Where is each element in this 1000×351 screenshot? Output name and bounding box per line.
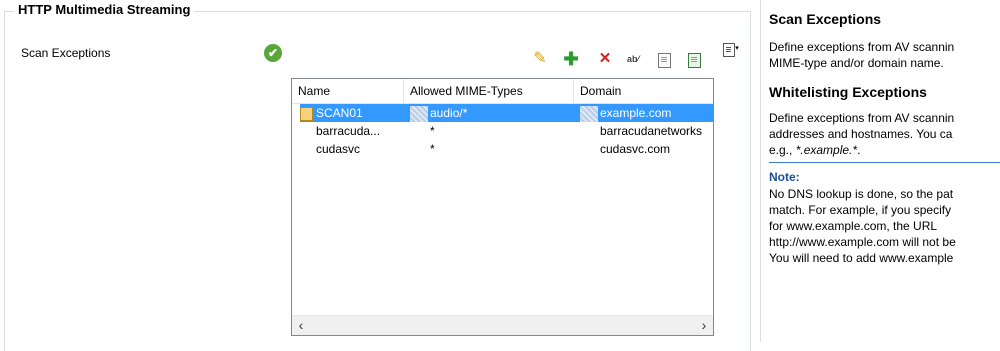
- x-icon: ✕: [598, 50, 612, 67]
- row-domain: cudasvc.com: [600, 142, 671, 156]
- help-pane: Scan Exceptions Define exceptions from A…: [760, 0, 1000, 342]
- row-domain-cell: example.com: [574, 104, 713, 122]
- row-mime: *: [430, 124, 435, 138]
- note-text: No DNS lookup is done, so the pat match.…: [769, 186, 956, 266]
- note-title: Note:: [769, 170, 800, 184]
- example-suffix: .: [857, 143, 861, 157]
- help-whitelisting-text: Define exceptions from AV scannin addres…: [769, 110, 954, 158]
- chevron-down-icon: ▾: [735, 45, 739, 52]
- help-text-line: Define exceptions from AV scannin: [769, 40, 955, 54]
- scroll-right-arrow-icon[interactable]: ›: [695, 316, 713, 335]
- edit-button[interactable]: ✎: [531, 50, 549, 68]
- plus-icon: ✚: [563, 49, 579, 69]
- example-prefix: e.g.,: [769, 143, 796, 157]
- copy-icon: [657, 52, 671, 68]
- row-domain: barracudanetworks: [600, 124, 703, 138]
- help-text-line: addresses and hostnames. You ca: [769, 127, 953, 141]
- row-name: SCAN01: [316, 106, 363, 120]
- list-header: Name Allowed MIME-Types Domain: [292, 79, 713, 104]
- column-header-domain[interactable]: Domain: [574, 79, 713, 103]
- help-text-line: Define exceptions from AV scannin: [769, 111, 955, 125]
- row-domain: example.com: [600, 106, 672, 120]
- scan-exceptions-label: Scan Exceptions: [21, 46, 111, 60]
- paste-button[interactable]: [685, 50, 703, 68]
- note-line: No DNS lookup is done, so the pat: [769, 187, 954, 201]
- scan-exceptions-list[interactable]: Name Allowed MIME-Types Domain SCAN01 au…: [291, 78, 714, 336]
- group-title: HTTP Multimedia Streaming: [14, 2, 195, 17]
- document-menu-icon: [723, 43, 736, 58]
- row-name: cudasvc: [316, 142, 361, 156]
- pencil-icon: ✎: [533, 50, 547, 67]
- row-mime: audio/*: [430, 106, 468, 120]
- row-mime: *: [430, 142, 435, 156]
- horizontal-scrollbar[interactable]: ‹ ›: [292, 315, 713, 335]
- check-circle-icon: ✔: [264, 44, 282, 62]
- column-header-mime-types[interactable]: Allowed MIME-Types: [404, 79, 574, 103]
- scroll-left-arrow-icon[interactable]: ‹: [292, 316, 310, 335]
- copy-button[interactable]: [655, 50, 673, 68]
- row-name-cell: SCAN01: [300, 104, 404, 122]
- row-mime-cell: audio/*: [404, 104, 574, 122]
- note-line: match. For example, if you specify: [769, 203, 952, 217]
- column-header-name[interactable]: Name: [292, 79, 404, 103]
- table-row[interactable]: SCAN01 audio/* example.com: [292, 104, 713, 122]
- hatch-marker: [580, 105, 598, 122]
- document-icon: [300, 106, 313, 121]
- hatch-marker: [410, 105, 428, 122]
- row-name: barracuda...: [316, 124, 381, 138]
- table-row[interactable]: barracuda... * barracudanetworks: [292, 122, 713, 140]
- paste-icon: [687, 52, 701, 68]
- table-row[interactable]: cudasvc * cudasvc.com: [292, 140, 713, 158]
- note-line: http://www.example.com will not be: [769, 235, 956, 249]
- example-pattern: *.example.*: [795, 143, 858, 157]
- help-scan-exceptions-title: Scan Exceptions: [769, 11, 882, 27]
- note-line: for www.example.com, the URL: [769, 219, 938, 233]
- add-button[interactable]: ✚: [562, 50, 580, 68]
- rename-button[interactable]: ab⁄: [624, 50, 642, 68]
- more-menu-button[interactable]: ▾: [722, 40, 740, 58]
- note-line: You will need to add www.example: [769, 251, 954, 265]
- help-text-line: e.g., *.example.*.: [769, 142, 954, 158]
- delete-button[interactable]: ✕: [596, 50, 614, 68]
- scrollbar-track[interactable]: [312, 319, 693, 332]
- help-separator: [769, 162, 1000, 163]
- help-scan-exceptions-text: Define exceptions from AV scannin MIME-t…: [769, 39, 954, 71]
- help-whitelisting-title: Whitelisting Exceptions: [769, 84, 927, 100]
- rename-icon: ab⁄: [626, 54, 639, 64]
- help-text-line: MIME-type and/or domain name.: [769, 56, 944, 70]
